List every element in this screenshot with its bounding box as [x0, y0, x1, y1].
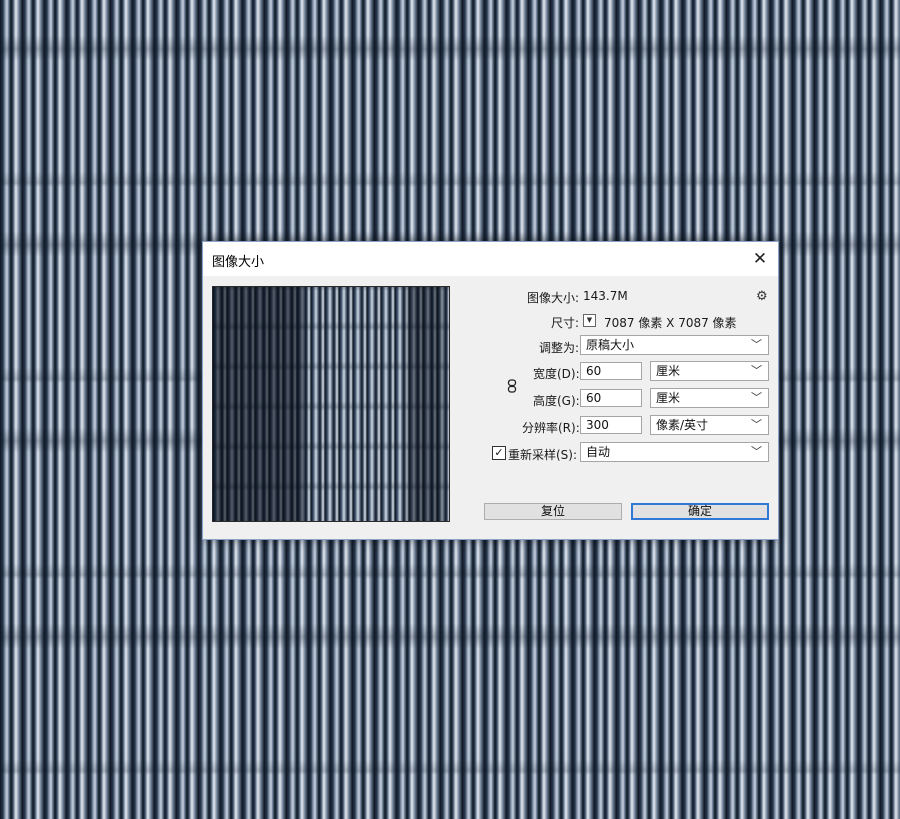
dimensions-unit-dropdown-icon[interactable]: ▼ [583, 314, 596, 327]
dimensions-value: 7087 像素 X 7087 像素 [604, 316, 737, 330]
height-input[interactable]: 60 [580, 389, 642, 407]
fit-to-label: 调整为: [539, 341, 580, 355]
width-unit-value: 厘米 [656, 364, 681, 378]
fit-to-select[interactable]: 原稿大小 ﹀ [580, 335, 769, 355]
resolution-input[interactable]: 300 [580, 416, 642, 434]
width-unit-select[interactable]: 厘米 ﹀ [650, 361, 769, 381]
ok-button[interactable]: 确定 [631, 503, 769, 520]
dialog-titlebar[interactable]: 图像大小 ✕ [203, 242, 778, 276]
resolution-label: 分辨率(R): [522, 421, 580, 435]
resample-select[interactable]: 自动 ﹀ [580, 442, 769, 462]
gear-icon[interactable]: ⚙ [756, 289, 768, 304]
resolution-unit-value: 像素/英寸 [656, 418, 709, 432]
height-unit-value: 厘米 [656, 391, 681, 405]
image-size-dialog: 图像大小 ✕ 图像大小: 143.7M ⚙ 尺寸: ▼ 7087 像素 X 70… [202, 241, 779, 540]
width-label: 宽度(D): [533, 367, 580, 381]
resample-label: 重新采样(S): [508, 448, 578, 462]
height-label: 高度(G): [533, 394, 580, 408]
close-icon[interactable]: ✕ [748, 247, 772, 271]
reset-button[interactable]: 复位 [484, 503, 622, 520]
dialog-title: 图像大小 [212, 255, 265, 270]
chevron-down-icon: ﹀ [751, 418, 762, 431]
chevron-down-icon: ﹀ [751, 445, 762, 458]
resolution-unit-select[interactable]: 像素/英寸 ﹀ [650, 415, 769, 435]
chevron-down-icon: ﹀ [751, 364, 762, 377]
resample-value: 自动 [586, 445, 611, 459]
width-input[interactable]: 60 [580, 362, 642, 380]
dimensions-label: 尺寸: [551, 316, 580, 330]
chevron-down-icon: ﹀ [751, 391, 762, 404]
image-preview[interactable] [212, 286, 450, 522]
resample-checkbox[interactable]: ✓ [492, 446, 506, 460]
height-unit-select[interactable]: 厘米 ﹀ [650, 388, 769, 408]
constrain-link-icon[interactable] [507, 379, 517, 393]
image-size-value: 143.7M [583, 289, 628, 303]
chevron-down-icon: ﹀ [751, 338, 762, 351]
image-size-label: 图像大小: [527, 291, 580, 305]
fit-to-value: 原稿大小 [586, 338, 635, 352]
